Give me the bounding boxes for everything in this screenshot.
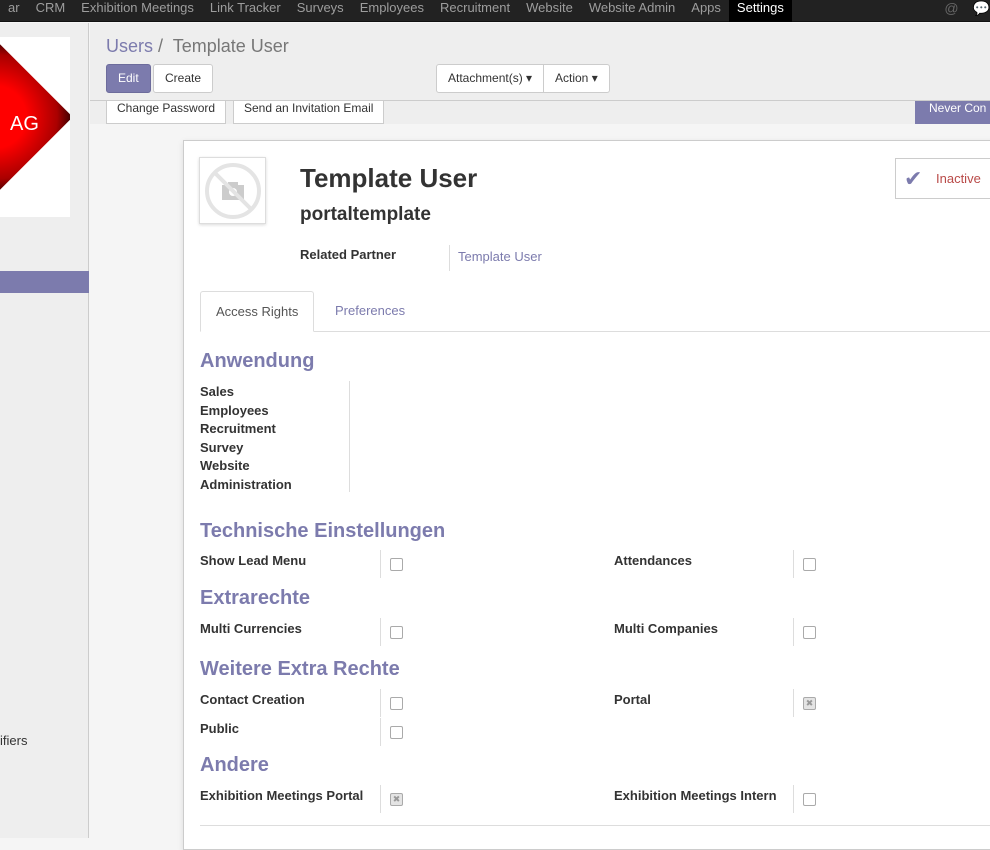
checkbox-public[interactable] — [390, 726, 403, 739]
create-button[interactable]: Create — [153, 64, 214, 93]
related-partner-link[interactable]: Template User — [458, 249, 542, 264]
field-label-exhibition-meetings-intern: Exhibition Meetings Intern — [614, 788, 777, 803]
tab-preferences[interactable]: Preferences — [320, 291, 420, 332]
breadcrumb-users[interactable]: Users — [106, 36, 153, 56]
section-weitere-extra-rechte: Weitere Extra Rechte — [200, 658, 400, 680]
app-survey: Survey — [200, 439, 244, 455]
statusbar: Change Password Send an Invitation Email… — [90, 100, 990, 124]
breadcrumb-current: Template User — [172, 36, 289, 56]
checkbox-multi-companies[interactable] — [803, 626, 816, 639]
divider — [200, 825, 990, 826]
nav-item-recruitment[interactable]: Recruitment — [432, 0, 518, 22]
attachments-label: Attachment(s) — [448, 71, 523, 85]
section-andere: Andere — [200, 754, 269, 776]
caret-down-icon: ▾ — [591, 71, 598, 85]
action-dropdown[interactable]: Action ▾ — [543, 64, 610, 93]
app-administration: Administration — [200, 476, 292, 492]
edit-button[interactable]: Edit — [106, 64, 151, 93]
nav-item-website-admin[interactable]: Website Admin — [581, 0, 683, 22]
related-partner-label: Related Partner — [300, 247, 397, 262]
app-recruitment: Recruitment — [200, 421, 276, 436]
checkbox-attendances[interactable] — [803, 558, 816, 571]
active-toggle-label: Inactive — [936, 171, 981, 186]
checkbox-portal-checked[interactable]: ✖ — [803, 697, 816, 710]
sidebar-active-item[interactable] — [0, 271, 89, 293]
nav-item-surveys[interactable]: Surveys — [289, 0, 352, 22]
breadcrumb: Users / Template User — [106, 36, 289, 57]
user-name[interactable]: Template User — [300, 163, 477, 194]
section-anwendung: Anwendung — [200, 350, 315, 372]
field-label-exhibition-meetings-portal: Exhibition Meetings Portal — [200, 788, 364, 803]
notebook-tabs: Access Rights Preferences — [200, 291, 990, 332]
checkbox-exhibition-meetings-intern[interactable] — [803, 793, 816, 806]
nav-item-link-tracker[interactable]: Link Tracker — [202, 0, 289, 22]
send-invitation-button[interactable]: Send an Invitation Email — [233, 101, 385, 124]
section-technische-einstellungen: Technische Einstellungen — [200, 520, 446, 542]
section-extrarechte: Extrarechte — [200, 587, 311, 609]
avatar[interactable] — [199, 157, 266, 224]
attachments-dropdown[interactable]: Attachment(s) ▾ — [436, 64, 545, 93]
company-logo[interactable]: AG — [0, 37, 70, 217]
field-label-multi-companies: Multi Companies — [614, 621, 719, 636]
at-icon[interactable]: @ — [944, 0, 958, 16]
app-employees: Employees — [200, 402, 269, 418]
nav-item-crm[interactable]: CRM — [28, 0, 74, 22]
status-never-connected: Never Con — [915, 101, 990, 124]
sidebar-item-identifiers[interactable]: ifiers — [0, 733, 27, 748]
field-label-contact-creation: Contact Creation — [200, 692, 305, 707]
nav-item-partial[interactable]: ar — [0, 0, 28, 22]
tab-access-rights[interactable]: Access Rights — [200, 291, 315, 332]
chat-icon[interactable]: 💬 — [973, 0, 990, 16]
nav-item-employees[interactable]: Employees — [352, 0, 432, 22]
field-label-portal: Portal — [614, 692, 651, 707]
nav-item-exhibition-meetings[interactable]: Exhibition Meetings — [73, 0, 202, 22]
top-navbar: ar CRM Exhibition Meetings Link Tracker … — [0, 0, 990, 22]
no-photo-camera-icon — [204, 162, 261, 219]
field-label-public: Public — [200, 721, 240, 736]
application-list: Sales Employees Recruitment Survey Websi… — [200, 383, 292, 494]
checkbox-contact-creation[interactable] — [390, 697, 403, 710]
active-toggle-button[interactable]: ✔ Inactive — [895, 158, 990, 199]
caret-down-icon: ▾ — [526, 71, 533, 85]
check-icon: ✔ — [904, 166, 923, 191]
form-sheet: Template User portaltemplate ✔ Inactive R… — [183, 140, 990, 850]
checkbox-multi-currencies[interactable] — [390, 626, 403, 639]
field-label-attendances: Attendances — [614, 553, 693, 568]
user-login[interactable]: portaltemplate — [300, 204, 431, 226]
nav-item-apps[interactable]: Apps — [683, 0, 729, 22]
action-label: Action — [555, 71, 589, 85]
checkbox-show-lead-menu[interactable] — [390, 558, 403, 571]
checkbox-exhibition-meetings-portal-checked[interactable]: ✖ — [390, 793, 403, 806]
field-label-show-lead-menu: Show Lead Menu — [200, 553, 307, 568]
nav-item-website[interactable]: Website — [518, 0, 581, 22]
breadcrumb-sep: / — [158, 36, 164, 56]
control-panel: Users / Template User Edit Create Attach… — [90, 23, 990, 124]
sidebar: AG ifiers — [0, 23, 89, 838]
change-password-button[interactable]: Change Password — [106, 101, 227, 124]
nav-item-settings[interactable]: Settings — [728, 0, 792, 22]
app-sales: Sales — [200, 384, 234, 399]
app-website: Website — [200, 458, 250, 473]
field-label-multi-currencies: Multi Currencies — [200, 621, 302, 636]
